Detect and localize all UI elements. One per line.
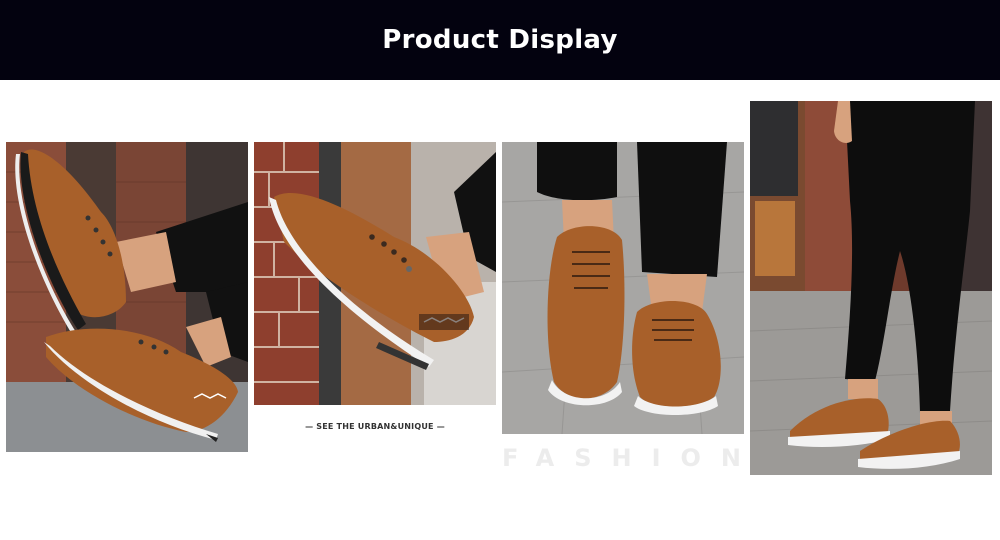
product-photo-2 [254, 142, 496, 405]
fashion-watermark: FASHION [502, 444, 762, 472]
header-bar: Product Display [0, 0, 1000, 80]
tagline-caption: — SEE THE URBAN&UNIQUE — [305, 422, 445, 431]
product-photo-3 [502, 142, 744, 434]
product-photo-4 [750, 101, 992, 475]
page-title: Product Display [382, 25, 618, 55]
product-photo-1 [6, 142, 248, 452]
